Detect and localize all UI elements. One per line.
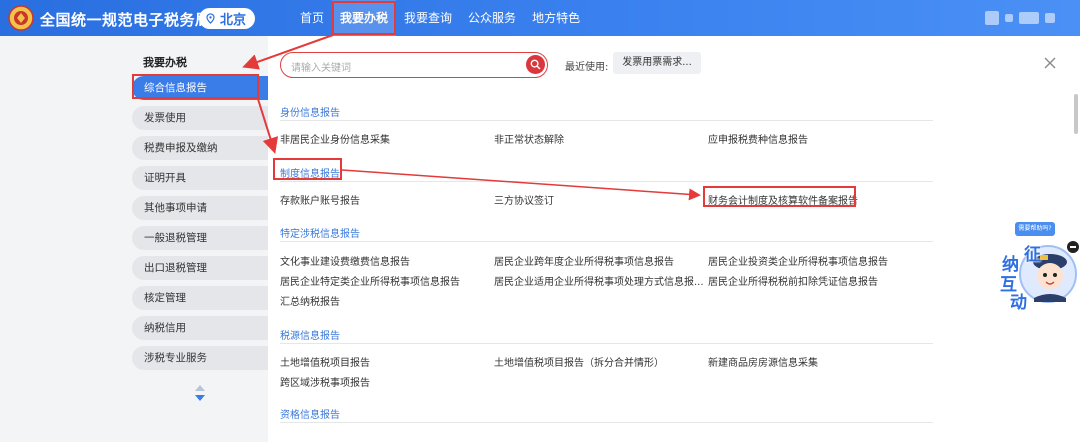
section-title-specific: 特定涉税信息报告 bbox=[280, 229, 360, 240]
service-link[interactable]: 文化事业建设费缴费信息报告 bbox=[280, 253, 410, 268]
user-info-blurred[interactable] bbox=[985, 10, 1060, 26]
service-link[interactable]: 居民企业跨年度企业所得税事项信息报告 bbox=[494, 253, 674, 268]
region-name: 北京 bbox=[220, 13, 247, 28]
service-link[interactable]: 居民企业投资类企业所得税事项信息报告 bbox=[708, 253, 888, 268]
highlight-sidebar-comprehensive bbox=[132, 74, 259, 99]
top-header: 全国统一规范电子税务局 北京 首页 我要办税 我要查询 公众服务 地方特色 bbox=[0, 0, 1080, 36]
service-link[interactable]: 居民企业适用企业所得税事项处理方式信息报... bbox=[494, 273, 704, 288]
location-pin-icon bbox=[206, 13, 215, 24]
search-button[interactable] bbox=[526, 55, 545, 74]
service-link[interactable]: 土地增值税项目报告 bbox=[280, 354, 370, 369]
scrollbar[interactable] bbox=[1074, 94, 1078, 134]
nav-query[interactable]: 我要查询 bbox=[396, 0, 460, 36]
recent-used-label: 最近使用: bbox=[565, 62, 609, 73]
region-selector[interactable]: 北京 bbox=[199, 8, 255, 29]
section-divider bbox=[280, 422, 933, 423]
search-icon bbox=[530, 59, 541, 70]
tax-emblem-icon bbox=[8, 5, 34, 31]
sidebar-scroll-arrows-icon[interactable] bbox=[193, 382, 207, 404]
nav-public-service[interactable]: 公众服务 bbox=[460, 0, 524, 36]
helper-minimize-icon[interactable] bbox=[1067, 241, 1079, 253]
section-title-identity: 身份信息报告 bbox=[280, 108, 340, 119]
service-link[interactable]: 跨区域涉税事项报告 bbox=[280, 374, 370, 389]
service-link[interactable]: 新建商品房房源信息采集 bbox=[708, 354, 818, 369]
close-icon[interactable] bbox=[1043, 56, 1057, 70]
search-input[interactable]: 请输入关键词 bbox=[280, 52, 548, 78]
service-link[interactable]: 居民企业所得税税前扣除凭证信息报告 bbox=[708, 273, 878, 288]
sidebar-item-other-requests[interactable]: 其他事项申请 bbox=[132, 196, 268, 220]
highlight-system-section bbox=[273, 158, 342, 180]
sidebar-item-export-refund[interactable]: 出口退税管理 bbox=[132, 256, 268, 280]
helper-mascot[interactable]: 征 纳 互 动 bbox=[1000, 240, 1078, 313]
service-link[interactable]: 非居民企业身份信息采集 bbox=[280, 131, 390, 146]
service-link[interactable]: 土地增值税项目报告（拆分合并情形） bbox=[494, 354, 664, 369]
helper-char: 动 bbox=[1010, 293, 1027, 313]
main-panel: 请输入关键词 最近使用: 发票用票需求... 身份信息报告 非居民企业身份信息采… bbox=[268, 36, 1080, 442]
section-title-tax-source: 税源信息报告 bbox=[280, 331, 340, 342]
section-divider bbox=[280, 241, 933, 242]
recent-used-chip[interactable]: 发票用票需求... bbox=[613, 52, 701, 74]
sidebar-item-tax-declaration[interactable]: 税费申报及缴纳 bbox=[132, 136, 268, 160]
site-title: 全国统一规范电子税务局 bbox=[40, 11, 211, 29]
sidebar-item-assessment[interactable]: 核定管理 bbox=[132, 286, 268, 310]
section-divider bbox=[280, 120, 933, 121]
section-divider bbox=[280, 181, 933, 182]
service-link[interactable]: 汇总纳税报告 bbox=[280, 293, 340, 308]
search-placeholder: 请输入关键词 bbox=[291, 63, 351, 74]
sidebar-item-tax-credit[interactable]: 纳税信用 bbox=[132, 316, 268, 340]
nav-home[interactable]: 首页 bbox=[292, 0, 332, 36]
service-link[interactable]: 应申报税费种信息报告 bbox=[708, 131, 808, 146]
service-link[interactable]: 存款账户账号报告 bbox=[280, 192, 360, 207]
service-link[interactable]: 三方协议签订 bbox=[494, 192, 554, 207]
sidebar-item-certificate[interactable]: 证明开具 bbox=[132, 166, 268, 190]
sidebar-item-professional-service[interactable]: 涉税专业服务 bbox=[132, 346, 268, 370]
highlight-nav-tax-handling bbox=[332, 1, 396, 35]
sidebar-item-general-refund[interactable]: 一般退税管理 bbox=[132, 226, 268, 250]
section-divider bbox=[280, 343, 933, 344]
helper-char: 征 bbox=[1024, 245, 1041, 265]
sidebar-title: 我要办税 bbox=[143, 56, 187, 69]
service-link[interactable]: 居民企业特定类企业所得税事项信息报告 bbox=[280, 273, 460, 288]
service-link[interactable]: 非正常状态解除 bbox=[494, 131, 564, 146]
nav-local-features[interactable]: 地方特色 bbox=[524, 0, 588, 36]
section-title-qualification: 资格信息报告 bbox=[280, 410, 340, 421]
help-bubble[interactable]: 需要帮助吗? bbox=[1015, 222, 1055, 236]
sidebar-list: 综合信息报告 发票使用 税费申报及缴纳 证明开具 其他事项申请 一般退税管理 出… bbox=[132, 76, 268, 376]
sidebar-item-invoice-use[interactable]: 发票使用 bbox=[132, 106, 268, 130]
highlight-accounting-software-filing bbox=[703, 186, 856, 207]
